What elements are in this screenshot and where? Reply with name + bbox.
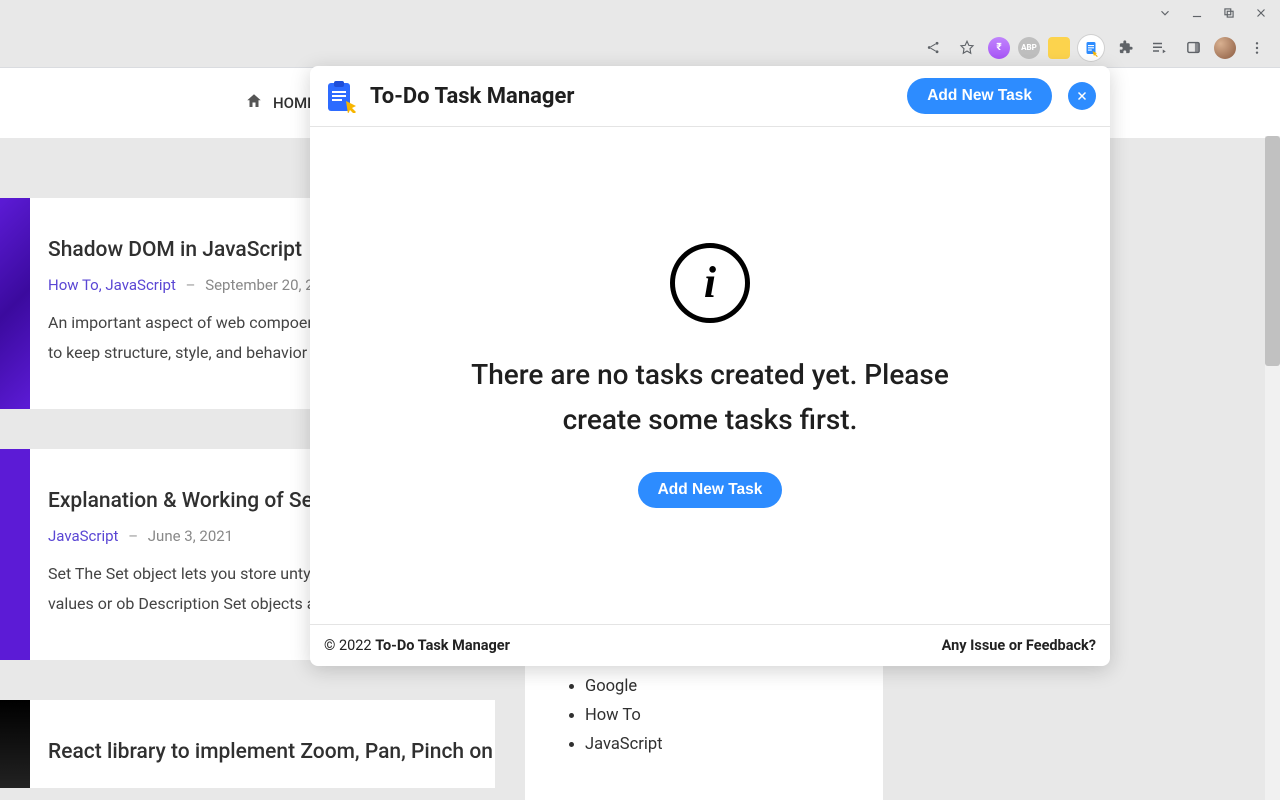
feedback-link[interactable]: Any Issue or Feedback?: [942, 637, 1096, 654]
star-icon[interactable]: [954, 35, 980, 61]
rupee-ext-icon[interactable]: [988, 37, 1010, 59]
panel-icon[interactable]: [1180, 35, 1206, 61]
add-new-task-center-button[interactable]: Add New Task: [638, 472, 783, 508]
menu-dots-icon[interactable]: [1244, 35, 1270, 61]
popup-header: To-Do Task Manager Add New Task: [310, 66, 1110, 127]
extension-popup: To-Do Task Manager Add New Task i There …: [310, 66, 1110, 666]
abp-ext-icon[interactable]: ABP: [1018, 37, 1040, 59]
share-icon[interactable]: [920, 35, 946, 61]
window-controls: [0, 0, 1280, 28]
article-date: June 3, 2021: [148, 527, 233, 545]
article-card[interactable]: React library to implement Zoom, Pan, Pi…: [0, 700, 495, 788]
info-icon: i: [670, 243, 750, 323]
avatar[interactable]: [1214, 37, 1236, 59]
list-item[interactable]: Google: [585, 677, 853, 696]
article-thumbnail: [0, 700, 30, 788]
maximize-icon[interactable]: [1222, 5, 1236, 24]
article-thumbnail: [0, 198, 30, 409]
article-tags[interactable]: How To, JavaScript: [48, 276, 176, 294]
popup-title: To-Do Task Manager: [370, 84, 897, 109]
article-tags[interactable]: JavaScript: [48, 527, 118, 545]
playlist-icon[interactable]: [1146, 35, 1172, 61]
minimize-icon[interactable]: [1190, 5, 1204, 24]
home-icon[interactable]: [245, 92, 263, 114]
puzzle-icon[interactable]: [1112, 35, 1138, 61]
close-icon[interactable]: [1254, 5, 1268, 24]
footer-copyright: © 2022 To-Do Task Manager: [324, 637, 510, 654]
footer-prefix: © 2022: [324, 637, 375, 654]
browser-toolbar: ABP: [0, 28, 1280, 68]
list-item[interactable]: How To: [585, 706, 853, 725]
article-thumbnail: [0, 449, 30, 660]
app-logo-icon: [324, 79, 360, 113]
popup-footer: © 2022 To-Do Task Manager Any Issue or F…: [310, 624, 1110, 666]
note-ext-icon[interactable]: [1048, 37, 1070, 59]
footer-app-name: To-Do Task Manager: [375, 637, 510, 654]
close-popup-button[interactable]: [1068, 82, 1096, 110]
popup-body: i There are no tasks created yet. Please…: [310, 127, 1110, 624]
article-title: React library to implement Zoom, Pan, Pi…: [48, 740, 495, 764]
list-item[interactable]: JavaScript: [585, 735, 853, 754]
clipboard-ext-icon[interactable]: [1078, 35, 1104, 61]
scrollbar[interactable]: [1265, 136, 1280, 800]
chevron-down-icon[interactable]: [1158, 5, 1172, 24]
empty-state-message: There are no tasks created yet. Please c…: [430, 353, 990, 443]
add-new-task-button[interactable]: Add New Task: [907, 78, 1052, 114]
scroll-thumb[interactable]: [1265, 136, 1280, 366]
